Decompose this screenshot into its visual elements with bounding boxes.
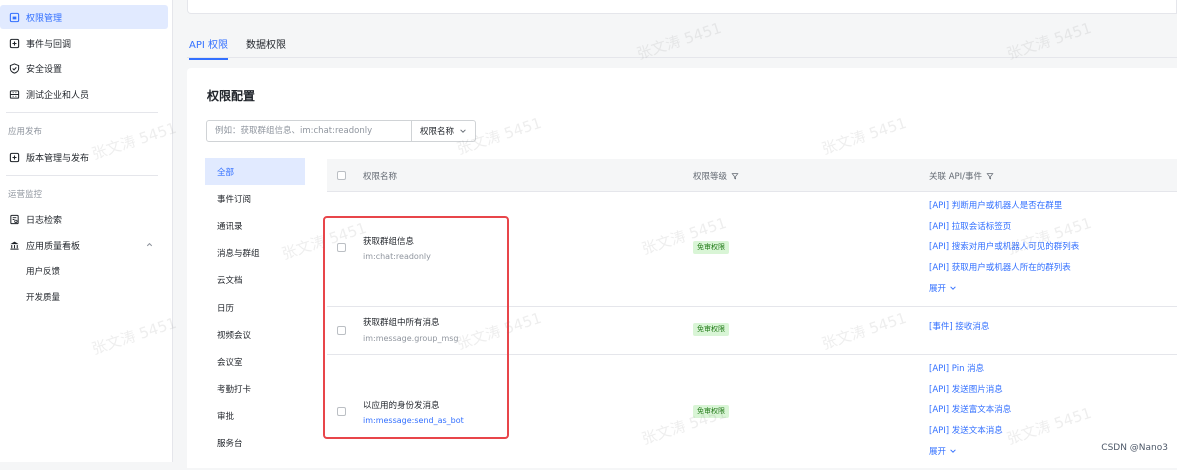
related-api-link[interactable]: [API] 发送富文本消息 [929, 400, 1011, 421]
status-badge: 免审权限 [693, 323, 729, 336]
search-input[interactable] [207, 121, 411, 141]
sidebar-item-label: 安全设置 [26, 64, 63, 75]
sidebar-item-label: 权限管理 [26, 13, 63, 24]
related-api-link[interactable]: [API] 发送文本消息 [929, 421, 1011, 442]
related-api-link[interactable]: [API] 发送图片消息 [929, 380, 1011, 401]
source-credit: CSDN @Nano3 [1098, 442, 1171, 454]
plus-square-icon [8, 37, 20, 49]
related-api-link[interactable]: [事件] 接收消息 [929, 317, 989, 338]
related-api-link[interactable]: [API] 获取用户或机器人所在的群列表 [929, 258, 1079, 279]
document-search-icon [8, 213, 20, 225]
sidebar-group-publish: 应用发布 [8, 127, 43, 137]
chevron-up-icon[interactable] [145, 240, 154, 249]
sidebar-item-permissions[interactable]: 权限管理 [0, 5, 168, 29]
expand-button[interactable]: 展开 [929, 441, 1011, 461]
category-item[interactable]: 事件订阅 [205, 185, 305, 212]
sidebar-subitem-feedback[interactable]: 用户反馈 [26, 265, 60, 277]
category-item[interactable]: 视频会议 [205, 321, 305, 348]
filter-icon[interactable] [986, 172, 994, 180]
column-header-name: 权限名称 [363, 172, 398, 182]
related-api-list: [API] 判断用户或机器人是否在群里 [API] 拉取会话标签页 [API] … [929, 196, 1079, 298]
category-item[interactable]: 云文档 [205, 267, 305, 294]
sidebar-item-label: 日志检索 [26, 215, 63, 226]
filter-icon[interactable] [731, 172, 739, 180]
sidebar-item-logs[interactable]: 日志检索 [0, 207, 168, 231]
category-item[interactable]: 日历 [205, 294, 305, 321]
page-title: 权限配置 [207, 89, 256, 103]
shield-icon [8, 62, 20, 74]
chevron-down-icon [950, 449, 956, 453]
sidebar-group-ops: 运营监控 [8, 190, 43, 200]
status-badge: 免审权限 [693, 405, 729, 418]
lock-icon [8, 11, 20, 23]
category-item[interactable]: 全部 [205, 158, 305, 186]
tab-divider [187, 57, 1177, 58]
table-header: 权限名称 权限等级 关联 API/事件 [327, 159, 1177, 192]
column-header-level[interactable]: 权限等级 [693, 170, 739, 182]
related-api-list: [API] Pin 消息 [API] 发送图片消息 [API] 发送富文本消息 … [929, 359, 1011, 461]
sidebar-item-version[interactable]: 版本管理与发布 [0, 145, 168, 169]
category-item[interactable]: 考勤打卡 [205, 376, 305, 403]
search-bar: 权限名称 [206, 120, 476, 142]
chevron-down-icon [460, 129, 466, 133]
search-field-select-label: 权限名称 [419, 127, 454, 137]
sidebar: 权限管理 事件与回调 安全设置 测试企业和人员 应用发布 版本管理与发布 运营监… [0, 0, 173, 462]
sidebar-item-label: 应用质量看板 [26, 241, 81, 252]
upload-square-icon [8, 151, 20, 163]
category-list: 全部 事件订阅 通讯录 消息与群组 云文档 日历 视频会议 会议室 考勤打卡 审… [205, 158, 305, 457]
sidebar-item-events[interactable]: 事件与回调 [0, 31, 168, 55]
related-api-link[interactable]: [API] Pin 消息 [929, 359, 1011, 380]
sidebar-item-dashboard[interactable]: 应用质量看板 [0, 233, 168, 257]
expand-button[interactable]: 展开 [929, 278, 1079, 298]
sidebar-item-test-users[interactable]: 测试企业和人员 [0, 82, 168, 106]
category-item[interactable]: 消息与群组 [205, 240, 305, 267]
category-item[interactable]: 会议室 [205, 348, 305, 375]
related-api-list: [事件] 接收消息 [929, 317, 989, 338]
related-api-link[interactable]: [API] 搜索对用户或机器人可见的群列表 [929, 237, 1079, 258]
sidebar-item-label: 版本管理与发布 [26, 153, 90, 164]
column-header-related[interactable]: 关联 API/事件 [929, 170, 994, 182]
sidebar-subitem-quality[interactable]: 开发质量 [26, 291, 60, 303]
divider [6, 112, 158, 113]
top-card [187, 0, 1177, 14]
related-api-link[interactable]: [API] 判断用户或机器人是否在群里 [929, 196, 1079, 217]
divider [6, 175, 158, 176]
category-item[interactable]: 通讯录 [205, 212, 305, 239]
sidebar-item-security[interactable]: 安全设置 [0, 56, 168, 80]
status-badge: 免审权限 [693, 241, 729, 254]
related-api-link[interactable]: [API] 拉取会话标签页 [929, 217, 1079, 238]
search-field-select[interactable]: 权限名称 [410, 121, 475, 141]
category-item[interactable]: 审批 [205, 403, 305, 430]
highlight-box [323, 216, 509, 439]
select-all-checkbox[interactable] [337, 171, 346, 180]
sidebar-item-label: 测试企业和人员 [26, 90, 90, 101]
category-item[interactable]: 服务台 [205, 430, 305, 457]
building-icon [8, 88, 20, 100]
sidebar-item-label: 事件与回调 [26, 39, 72, 50]
bank-icon [8, 239, 20, 251]
chevron-down-icon [950, 286, 956, 290]
